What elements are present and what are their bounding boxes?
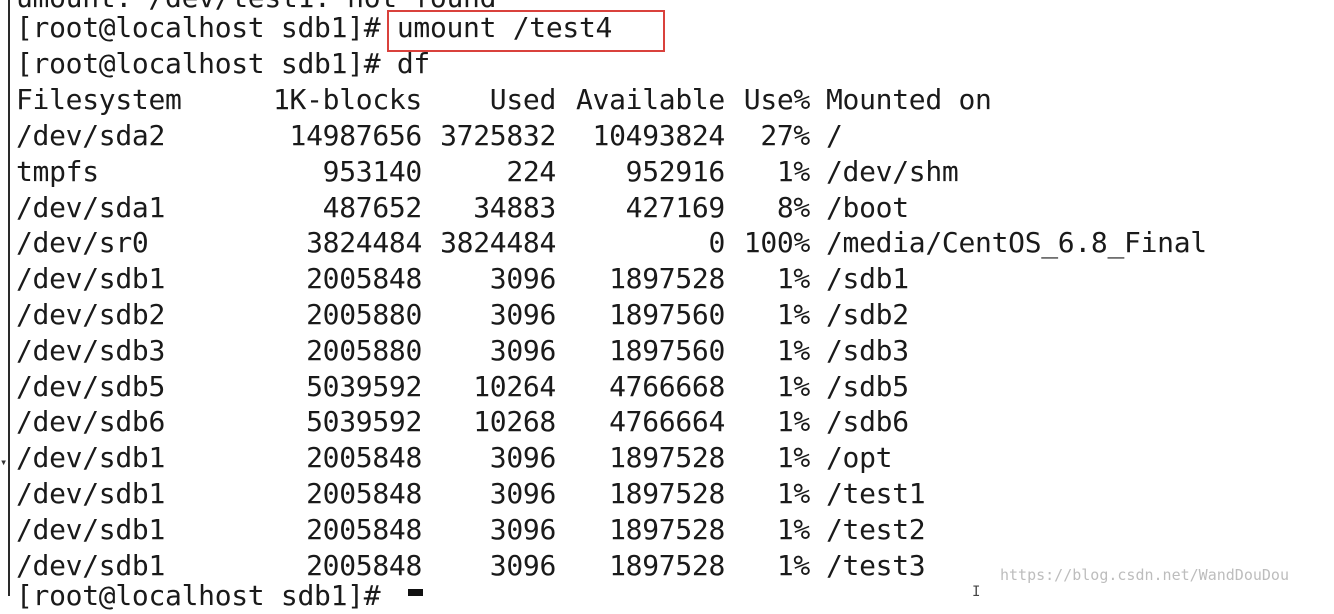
cell-blocks: 2005848 bbox=[306, 477, 422, 510]
cell-available: 1897528 bbox=[609, 548, 725, 582]
shell-prompt: [root@localhost sdb1]# bbox=[16, 47, 397, 80]
cell-use-pct: 1% bbox=[776, 548, 810, 582]
cell-mounted-on: /dev/shm bbox=[826, 154, 959, 188]
cell-filesystem: /dev/sdb2 bbox=[16, 298, 166, 331]
cell-mounted-on: /sdb5 bbox=[826, 369, 909, 403]
highlight-annotation-box bbox=[387, 10, 665, 52]
current-prompt-line: [root@localhost sdb1]# bbox=[16, 579, 397, 612]
cell-filesystem: tmpfs bbox=[16, 154, 99, 188]
cell-blocks: 14987656 bbox=[289, 119, 423, 152]
cell-mounted-on: /opt bbox=[826, 441, 893, 475]
cell-available: 952916 bbox=[625, 154, 726, 188]
cell-used: 3096 bbox=[489, 298, 557, 331]
cell-use-pct: 1% bbox=[776, 154, 810, 188]
cell-used: 34883 bbox=[473, 190, 556, 224]
cell-used: 224 bbox=[506, 154, 556, 188]
cell-use-pct: 1% bbox=[776, 477, 810, 510]
cell-used: 3096 bbox=[489, 441, 557, 475]
terminal-output[interactable]: umount: /dev/test1: not found [root@loca… bbox=[16, 0, 1316, 612]
cell-available: 0 bbox=[708, 226, 725, 260]
cell-filesystem: /dev/sdb1 bbox=[16, 512, 166, 546]
cell-used: 3824484 bbox=[440, 226, 556, 260]
cell-mounted-on: /sdb1 bbox=[826, 262, 909, 296]
window-left-edge bbox=[0, 0, 10, 596]
cell-available: 427169 bbox=[625, 190, 726, 224]
cell-use-pct: 1% bbox=[776, 512, 810, 546]
cell-used: 10268 bbox=[473, 405, 556, 439]
cell-blocks: 2005880 bbox=[306, 333, 422, 367]
cell-mounted-on: /test1 bbox=[826, 477, 926, 510]
cell-mounted-on: /media/CentOS_6.8_Final bbox=[826, 226, 1207, 260]
cell-use-pct: 1% bbox=[776, 441, 810, 475]
cell-use-pct: 8% bbox=[776, 190, 810, 224]
cell-available: 1897560 bbox=[609, 333, 725, 367]
cell-use-pct: 27% bbox=[760, 119, 810, 152]
cell-mounted-on: /test2 bbox=[826, 512, 926, 546]
cell-filesystem: /dev/sda1 bbox=[16, 190, 166, 224]
cell-used: 3096 bbox=[489, 512, 557, 546]
cell-available: 1897560 bbox=[609, 298, 725, 331]
cell-available: 1897528 bbox=[609, 477, 725, 510]
edge-glyph: ▾ bbox=[0, 455, 8, 469]
watermark-text: https://blog.csdn.net/WandDouDou bbox=[1000, 566, 1289, 584]
cell-available: 1897528 bbox=[609, 441, 725, 475]
cell-used: 3725832 bbox=[440, 119, 556, 152]
header-available: Available bbox=[575, 83, 725, 116]
cell-use-pct: 100% bbox=[743, 226, 811, 260]
cell-mounted-on: / bbox=[826, 119, 843, 152]
cell-filesystem: /dev/sdb1 bbox=[16, 477, 166, 510]
cell-use-pct: 1% bbox=[776, 333, 810, 367]
cell-mounted-on: /boot bbox=[826, 190, 909, 224]
cell-blocks: 487652 bbox=[322, 190, 423, 224]
cell-filesystem: /dev/sdb1 bbox=[16, 262, 166, 296]
cell-blocks: 953140 bbox=[322, 154, 423, 188]
cell-filesystem: /dev/sdb5 bbox=[16, 369, 166, 403]
header-used: Used bbox=[489, 83, 557, 116]
cell-filesystem: /dev/sda2 bbox=[16, 119, 166, 152]
cell-used: 3096 bbox=[489, 333, 557, 367]
cell-available: 10493824 bbox=[592, 119, 726, 152]
df-header-row: Filesystem 1K-blocks Used Available Use%… bbox=[16, 82, 992, 118]
header-filesystem: Filesystem bbox=[16, 83, 182, 116]
cell-used: 3096 bbox=[489, 477, 557, 510]
cell-filesystem: /dev/sdb6 bbox=[16, 405, 166, 439]
cell-used: 3096 bbox=[489, 548, 557, 582]
cell-use-pct: 1% bbox=[776, 369, 810, 403]
cell-use-pct: 1% bbox=[776, 405, 810, 439]
cell-blocks: 2005848 bbox=[306, 512, 422, 546]
cell-mounted-on: /sdb2 bbox=[826, 298, 909, 331]
text-cursor bbox=[408, 589, 423, 596]
header-use-percent: Use% bbox=[743, 83, 811, 116]
cell-available: 1897528 bbox=[609, 262, 725, 296]
command-line-df: [root@localhost sdb1]# df bbox=[16, 46, 430, 82]
cell-mounted-on: /sdb6 bbox=[826, 405, 909, 439]
cell-filesystem: /dev/sdb1 bbox=[16, 441, 166, 475]
cell-blocks: 3824484 bbox=[306, 226, 422, 260]
mouse-ibeam-icon: I bbox=[972, 584, 981, 600]
cell-filesystem: /dev/sdb3 bbox=[16, 333, 166, 367]
shell-prompt: [root@localhost sdb1]# bbox=[16, 11, 397, 44]
cell-used: 3096 bbox=[489, 262, 557, 296]
cell-used: 10264 bbox=[473, 369, 556, 403]
cell-blocks: 5039592 bbox=[306, 405, 422, 439]
header-1k-blocks: 1K-blocks bbox=[272, 83, 422, 116]
cell-blocks: 2005848 bbox=[306, 262, 422, 296]
cell-available: 1897528 bbox=[609, 512, 725, 546]
cell-blocks: 5039592 bbox=[306, 369, 422, 403]
cell-use-pct: 1% bbox=[776, 262, 810, 296]
cell-available: 4766664 bbox=[609, 405, 725, 439]
cell-blocks: 2005848 bbox=[306, 441, 422, 475]
cell-available: 4766668 bbox=[609, 369, 725, 403]
cell-filesystem: /dev/sr0 bbox=[16, 226, 149, 260]
header-mounted-on: Mounted on bbox=[826, 83, 992, 116]
cell-blocks: 2005880 bbox=[306, 298, 422, 331]
cell-use-pct: 1% bbox=[776, 298, 810, 331]
cell-mounted-on: /sdb3 bbox=[826, 333, 909, 367]
